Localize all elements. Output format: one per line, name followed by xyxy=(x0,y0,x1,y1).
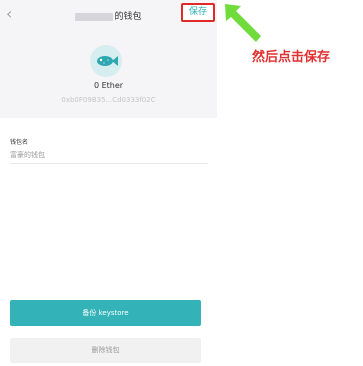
delete-wallet-button[interactable]: 删除钱包 xyxy=(10,338,201,363)
input-underline xyxy=(10,163,208,164)
wallet-balance: 0 Ether xyxy=(93,81,124,90)
wallet-name-input[interactable]: 富豪的钱包 xyxy=(10,150,45,160)
annotation-text: 然后点击保存 xyxy=(252,50,331,65)
save-button[interactable]: 保存 xyxy=(181,3,215,22)
title-suffix: 的钱包 xyxy=(114,12,142,22)
wallet-name-label: 钱包名 xyxy=(10,139,29,146)
redacted-name xyxy=(75,12,114,21)
wallet-address: 0xb0F09B35...Cd0333f02C xyxy=(61,96,156,104)
wallet-screen: ‹ 的钱包 保存 0 Ether 0xb0F09B35...Cd0333f02C… xyxy=(0,0,217,366)
arrow-icon xyxy=(225,4,261,42)
fish-icon xyxy=(97,56,118,66)
backup-keystore-button[interactable]: 备份 keystore xyxy=(10,300,201,326)
wallet-avatar xyxy=(90,45,122,77)
wallet-header-area: ‹ 的钱包 保存 0 Ether 0xb0F09B35...Cd0333f02C xyxy=(0,0,217,118)
